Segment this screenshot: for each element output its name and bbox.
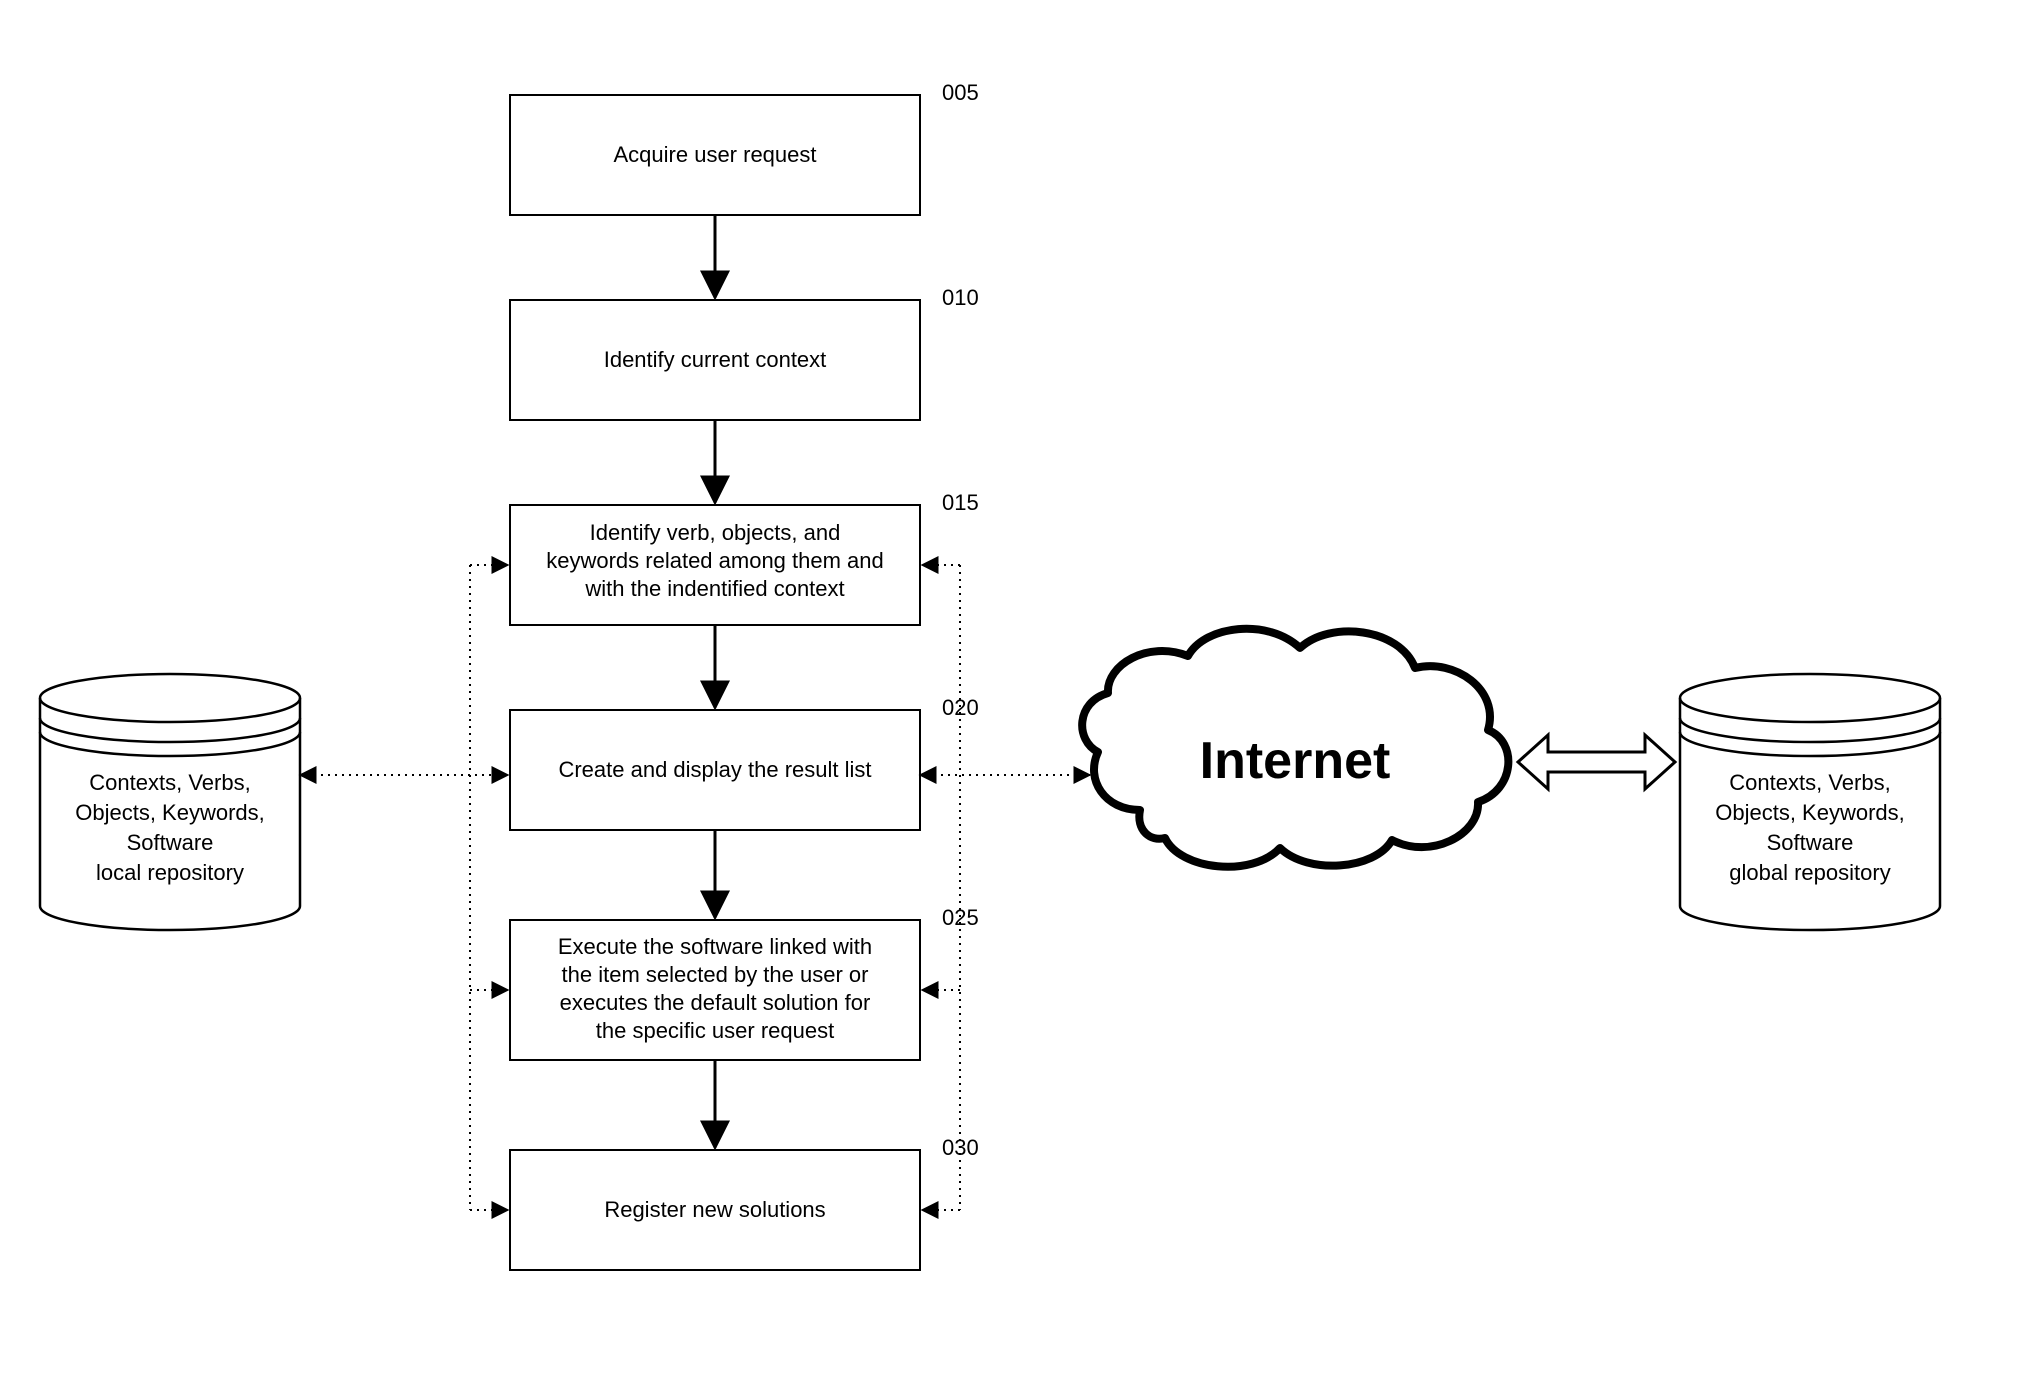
process-box-010: Identify current context — [510, 300, 920, 420]
hollow-arrow-cloud-globaldb — [1518, 735, 1675, 789]
local-db-line3: local repository — [96, 860, 244, 885]
box-025-line0: Execute the software linked with — [558, 934, 872, 959]
local-db-line0: Contexts, Verbs, — [89, 770, 250, 795]
flowchart-diagram: Acquire user request 005 Identify curren… — [0, 0, 2028, 1390]
global-db-line3: global repository — [1729, 860, 1890, 885]
local-db-line1: Objects, Keywords, — [75, 800, 265, 825]
box-015-line1: keywords related among them and — [546, 548, 884, 573]
global-db-line2: Software — [1767, 830, 1854, 855]
box-015-line2: with the indentified context — [584, 576, 844, 601]
box-025-line2: executes the default solution for — [560, 990, 871, 1015]
process-box-005: Acquire user request — [510, 95, 920, 215]
process-box-020: Create and display the result list — [510, 710, 920, 830]
global-db-line0: Contexts, Verbs, — [1729, 770, 1890, 795]
global-db-line1: Objects, Keywords, — [1715, 800, 1905, 825]
box-010-line0: Identify current context — [604, 347, 827, 372]
local-db-line2: Software — [127, 830, 214, 855]
box-025-line1: the item selected by the user or — [562, 962, 869, 987]
box-020-line0: Create and display the result list — [558, 757, 871, 782]
ref-010: 010 — [942, 285, 979, 310]
process-box-025: Execute the software linked with the ite… — [510, 920, 920, 1060]
cloud-label: Internet — [1200, 732, 1391, 790]
ref-015: 015 — [942, 490, 979, 515]
internet-cloud: Internet — [1082, 629, 1508, 867]
local-repository-cylinder: Contexts, Verbs, Objects, Keywords, Soft… — [40, 674, 300, 930]
process-box-030: Register new solutions — [510, 1150, 920, 1270]
process-box-015: Identify verb, objects, and keywords rel… — [510, 505, 920, 625]
box-025-line3: the specific user request — [596, 1018, 834, 1043]
box-015-line0: Identify verb, objects, and — [590, 520, 841, 545]
ref-005: 005 — [942, 80, 979, 105]
box-005-line0: Acquire user request — [614, 142, 817, 167]
box-030-line0: Register new solutions — [604, 1197, 825, 1222]
global-repository-cylinder: Contexts, Verbs, Objects, Keywords, Soft… — [1680, 674, 1940, 930]
